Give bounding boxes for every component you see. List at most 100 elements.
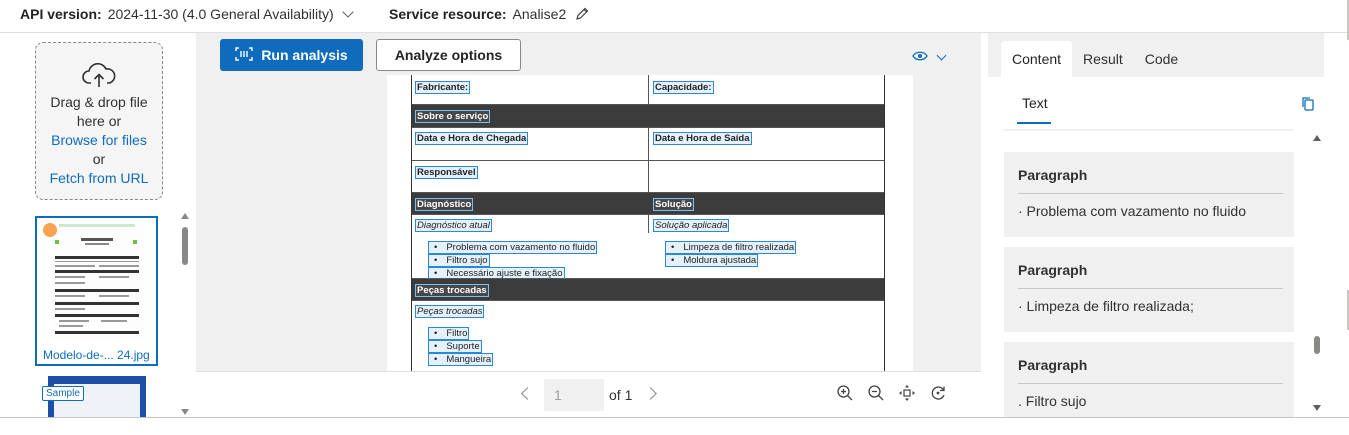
pecas-list: Filtro Suporte Mangueira (428, 327, 494, 366)
browse-files-link[interactable]: Browse for files (36, 131, 162, 150)
zoom-in-icon[interactable] (836, 384, 854, 407)
service-resource: Service resource: Analise2 (389, 6, 590, 22)
scroll-down-icon[interactable] (1313, 405, 1321, 411)
paragraph-card[interactable]: Paragraph . Filtro sujo (1004, 342, 1294, 417)
pencil-icon[interactable] (574, 6, 590, 22)
paragraph-text: . Filtro sujo (1018, 393, 1087, 409)
table-row: Data e Hora de Chegada Data e Hora de Sa… (412, 128, 884, 161)
paragraph-card[interactable]: Paragraph · Limpeza de filtro realizada; (1004, 247, 1294, 332)
zoom-out-icon[interactable] (867, 384, 885, 407)
dropzone-or: or (92, 151, 106, 167)
section-diagnostico: Diagnóstico (415, 198, 474, 211)
paragraph-text: · Problema com vazamento no fluido (1018, 203, 1246, 219)
next-page-icon[interactable] (644, 387, 657, 400)
analyze-options-button[interactable]: Analyze options (376, 39, 521, 71)
diag-atual: Diagnóstico atual (415, 219, 492, 232)
pecas-content: Peças trocadas Filtro Suporte Mangueira (412, 301, 884, 371)
table-row: Diagnóstico atual Solução aplicada Probl… (412, 215, 884, 280)
list-item (1004, 129, 1294, 131)
page-navigator: 1 of 1 (196, 371, 981, 417)
sol-aplicada: Solução aplicada (653, 219, 730, 232)
table-row-header: Diagnóstico Solução (412, 193, 884, 215)
thumbnail-preview (51, 222, 143, 340)
sol-list: Limpeza de filtro realizada Moldura ajus… (665, 241, 797, 267)
tab-code[interactable]: Code (1134, 41, 1189, 77)
table-row-header: Sobre o serviço (412, 105, 884, 128)
table-row: Fabricante: Capacidade: (412, 75, 884, 105)
diag-list: Problema com vazamento no fluido Filtro … (428, 241, 598, 280)
section-pecas: Peças trocadas (415, 284, 489, 297)
top-bar: API version: 2024-11-30 (4.0 General Ava… (0, 0, 1349, 28)
section-sobre: Sobre o serviço (415, 110, 491, 123)
fetch-url-link[interactable]: Fetch from URL (36, 169, 162, 188)
zoom-tools (836, 384, 947, 407)
scroll-down-icon[interactable] (181, 409, 189, 415)
field-chegada: Data e Hora de Chegada (415, 132, 529, 145)
list-item: Filtro sujo (428, 254, 490, 267)
pecas-sub: Peças trocadas (415, 305, 485, 318)
list-item: Moldura ajustada (665, 254, 759, 267)
results-panel: Content Result Code Text Paragraph · Pro… (988, 33, 1324, 417)
cloud-upload-icon (36, 63, 162, 93)
list-item: Problema com vazamento no fluido (428, 241, 598, 254)
previous-page-icon[interactable] (521, 387, 534, 400)
section-solucao: Solução (653, 198, 694, 211)
table-row-header: Peças trocadas (412, 279, 884, 301)
api-version-label: API version: (20, 6, 102, 22)
paragraph-text: · Limpeza de filtro realizada; (1018, 298, 1194, 314)
form-table: Fabricante: Capacidade: Sobre o serviço … (411, 75, 885, 371)
service-resource-value: Analise2 (512, 6, 567, 22)
document-page: Fabricante: Capacidade: Sobre o serviço … (387, 75, 913, 371)
eye-icon (912, 48, 928, 66)
subtab-underline (1017, 122, 1051, 124)
scrollbar-thumb[interactable] (182, 227, 188, 265)
file-list-scrollbar[interactable] (178, 211, 192, 417)
file-panel: Drag & drop file here or Browse for file… (0, 33, 196, 418)
run-analysis-icon (235, 46, 254, 64)
scrollbar-thumb[interactable] (1314, 336, 1320, 354)
document-viewer: Run analysis Analyze options Fabricante:… (196, 33, 981, 417)
dropzone-text-1: Drag & drop file (50, 94, 148, 110)
status-dot (43, 223, 57, 237)
sample-badge: Sample (42, 386, 84, 401)
paragraph-title: Paragraph (1018, 357, 1088, 373)
file-dropzone[interactable]: Drag & drop file here or Browse for file… (35, 42, 163, 200)
scroll-up-icon[interactable] (1313, 135, 1321, 141)
paragraph-title: Paragraph (1018, 167, 1088, 183)
paragraph-title: Paragraph (1018, 262, 1088, 278)
run-analysis-button[interactable]: Run analysis (220, 39, 363, 71)
run-analysis-label: Run analysis (261, 47, 348, 63)
file-thumbnail-selected[interactable]: Modelo-de-... 24.jpg (35, 216, 158, 366)
visibility-toggle[interactable] (912, 48, 947, 66)
subtab-text[interactable]: Text (1022, 95, 1048, 111)
list-item: Filtro (428, 327, 470, 340)
fit-page-icon[interactable] (898, 384, 916, 407)
thumbnail-caption: Modelo-de-... 24.jpg (43, 348, 150, 362)
dropzone-text-2: here or (76, 113, 122, 129)
api-version-value: 2024-11-30 (4.0 General Availability) (107, 6, 334, 22)
rotate-icon[interactable] (929, 384, 947, 407)
page-count: of 1 (609, 387, 633, 403)
list-item: Suporte (428, 340, 482, 353)
scroll-up-icon[interactable] (181, 213, 189, 219)
table-row: Responsável (412, 161, 884, 193)
viewer-toolbar: Run analysis Analyze options (196, 33, 981, 75)
result-tabs: Content Result Code (1001, 41, 1189, 77)
bottom-divider (0, 417, 1349, 418)
list-item: Limpeza de filtro realizada (665, 241, 797, 254)
field-fabricante: Fabricante: (415, 81, 471, 94)
tab-result[interactable]: Result (1072, 41, 1134, 77)
paragraph-card[interactable]: Paragraph · Problema com vazamento no fl… (1004, 152, 1294, 237)
tab-content[interactable]: Content (1001, 41, 1073, 77)
page-number-input[interactable]: 1 (544, 379, 604, 411)
chevron-down-icon (936, 50, 947, 60)
service-resource-label: Service resource: (389, 6, 507, 22)
field-responsavel: Responsável (415, 166, 478, 179)
field-saida: Data e Hora de Saída (653, 132, 752, 145)
copy-icon[interactable] (1301, 96, 1315, 117)
list-item: Mangueira (428, 353, 494, 366)
results-scrollbar[interactable] (1310, 129, 1324, 417)
chevron-down-icon (341, 6, 354, 18)
field-capacidade: Capacidade: (653, 81, 714, 94)
api-version-selector[interactable]: API version: 2024-11-30 (4.0 General Ava… (20, 6, 354, 22)
